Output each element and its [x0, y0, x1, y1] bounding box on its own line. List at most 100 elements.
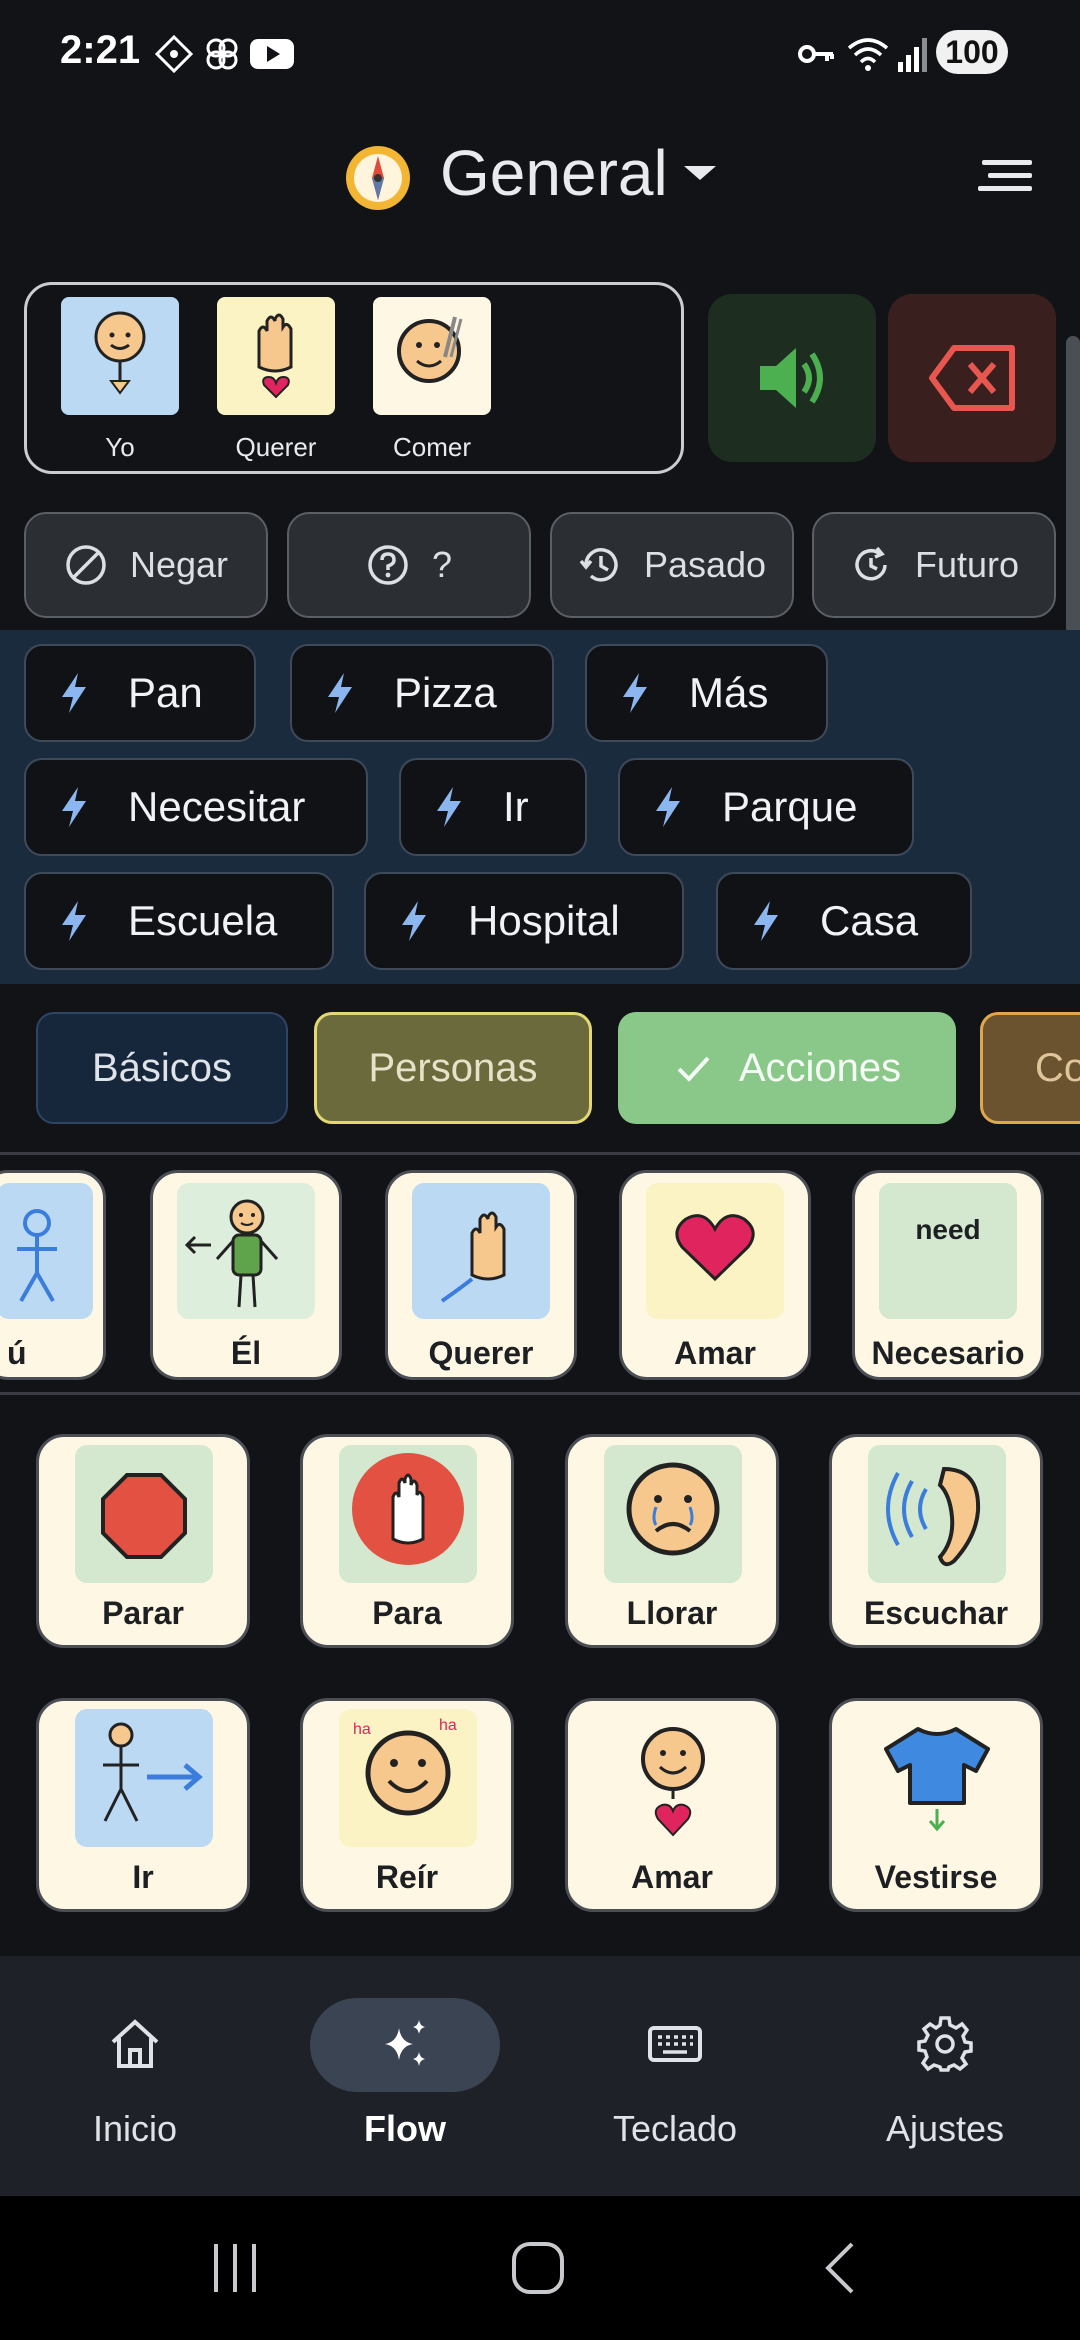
shirt-pictogram	[884, 1727, 990, 1832]
word-card[interactable]: Amar	[565, 1698, 779, 1912]
word-card-label: Parar	[102, 1595, 184, 1631]
bolt-icon	[62, 787, 86, 827]
quick-word-chip[interactable]: Casa	[716, 872, 972, 970]
quick-word-chip[interactable]: Pan	[24, 644, 256, 742]
nav-teclado[interactable]: Teclado	[540, 1956, 810, 2196]
eat-pictogram	[373, 297, 491, 415]
word-card[interactable]: Llorar	[565, 1434, 779, 1648]
word-card[interactable]: ú	[0, 1170, 106, 1380]
modifier-pasado[interactable]: Pasado	[550, 512, 794, 618]
scrollbar[interactable]	[1066, 336, 1080, 672]
bolt-icon	[437, 787, 461, 827]
quick-word-label: Parque	[722, 783, 858, 830]
quick-word-chip[interactable]: Pizza	[290, 644, 554, 742]
youtube-icon	[250, 39, 294, 69]
nav-ajustes[interactable]: Ajustes	[810, 1956, 1080, 2196]
gear-icon	[917, 2016, 973, 2072]
category-personas[interactable]: Personas	[314, 1012, 592, 1124]
block-icon	[66, 545, 106, 585]
status-time: 2:21	[60, 28, 141, 72]
nav-flow[interactable]: Flow	[270, 1956, 540, 2196]
nav-label: Inicio	[92, 2108, 178, 2149]
word-card[interactable]: Amar	[619, 1170, 811, 1380]
help-circle-icon	[368, 545, 408, 585]
quick-word-chip[interactable]: Hospital	[364, 872, 684, 970]
backspace-icon	[929, 345, 1015, 411]
chevron-down-icon[interactable]	[684, 166, 716, 180]
word-card[interactable]: Vestirse	[829, 1698, 1043, 1912]
category-label: Básicos	[91, 1045, 233, 1090]
word-card[interactable]: Escuchar	[829, 1434, 1043, 1648]
word-card-label: Para	[372, 1595, 442, 1631]
laugh-pictogram: ha ha	[339, 1709, 477, 1847]
divider	[0, 1152, 1080, 1155]
pinwheel-app-icon	[206, 38, 238, 70]
ear-pictogram	[868, 1445, 1006, 1583]
quick-word-chip[interactable]: Ir	[399, 758, 587, 856]
speak-button[interactable]	[708, 294, 876, 462]
recent-apps-icon[interactable]	[210, 2240, 260, 2296]
word-card-label: Amar	[631, 1859, 713, 1895]
bolt-icon	[62, 673, 86, 713]
keyboard-icon	[648, 2026, 702, 2062]
word-card-label: Necesario	[871, 1335, 1025, 1371]
nav-label: Ajustes	[885, 2108, 1005, 2149]
bolt-icon	[656, 787, 680, 827]
word-card[interactable]: ha ha Reír	[300, 1698, 514, 1912]
word-card[interactable]: Parar	[36, 1434, 250, 1648]
diamond-app-icon	[154, 34, 194, 74]
quick-word-label: Pizza	[394, 669, 497, 716]
word-card[interactable]: Para	[300, 1434, 514, 1648]
he-pictogram	[177, 1183, 315, 1319]
compass-icon	[346, 146, 410, 210]
quick-word-label: Más	[689, 669, 769, 716]
category-acciones[interactable]: Acciones	[618, 1012, 956, 1124]
modifier-futuro[interactable]: Futuro	[812, 512, 1056, 618]
sentence-word[interactable]: Yo	[61, 297, 179, 463]
category-co[interactable]: Co	[980, 1012, 1080, 1124]
bottom-nav: Inicio Flow Teclado Ajustes	[0, 1956, 1080, 2196]
nav-inicio[interactable]: Inicio	[0, 1956, 270, 2196]
category-label: Co	[1035, 1045, 1080, 1090]
word-card-label: Reír	[375, 1859, 439, 1895]
word-card[interactable]: Querer	[385, 1170, 577, 1380]
modifier-negar[interactable]: Negar	[24, 512, 268, 618]
sentence-word[interactable]: Comer	[373, 297, 491, 463]
want-hand-pictogram	[412, 1183, 550, 1319]
quick-word-chip[interactable]: Escuela	[24, 872, 334, 970]
menu-icon[interactable]	[976, 156, 1036, 196]
word-card[interactable]: Ir	[36, 1698, 250, 1912]
status-bar: 2:21 100	[0, 0, 1080, 110]
modifier-label: Futuro	[914, 544, 1020, 585]
category-basicos[interactable]: Básicos	[36, 1012, 288, 1124]
delete-button[interactable]	[888, 294, 1056, 462]
need-pictogram: need	[879, 1183, 1017, 1319]
heart-pictogram	[646, 1183, 784, 1319]
stop-hand-pictogram	[339, 1445, 477, 1583]
word-card[interactable]: Él	[150, 1170, 342, 1380]
sentence-word-label: Comer	[392, 432, 471, 462]
home-button-icon[interactable]	[510, 2240, 566, 2296]
nav-label: Teclado	[612, 2108, 738, 2149]
divider	[0, 1392, 1080, 1395]
quick-word-chip[interactable]: Más	[585, 644, 828, 742]
page-title[interactable]: General	[440, 136, 668, 210]
category-label: Personas	[368, 1045, 538, 1090]
modifier-question[interactable]: ?	[287, 512, 531, 618]
sentence-word[interactable]: Querer	[217, 297, 335, 463]
sentence-word-label: Querer	[235, 432, 317, 462]
sentence-strip[interactable]: Yo Querer Comer	[24, 282, 684, 474]
laughing-face-icon	[365, 1730, 451, 1816]
modifier-label: ?	[431, 544, 453, 585]
quick-word-chip[interactable]: Necesitar	[24, 758, 368, 856]
quick-word-label: Pan	[128, 669, 203, 716]
quick-word-label: Escuela	[128, 897, 278, 944]
quick-word-chip[interactable]: Parque	[618, 758, 914, 856]
word-card-label: Amar	[674, 1335, 756, 1371]
word-card[interactable]: need Necesario	[852, 1170, 1044, 1380]
word-card-label: Llorar	[626, 1595, 718, 1631]
sentence-word-label: Yo	[105, 432, 135, 462]
back-icon[interactable]	[820, 2240, 860, 2296]
love-pictogram	[641, 1727, 705, 1837]
vpn-key-icon	[798, 45, 834, 63]
